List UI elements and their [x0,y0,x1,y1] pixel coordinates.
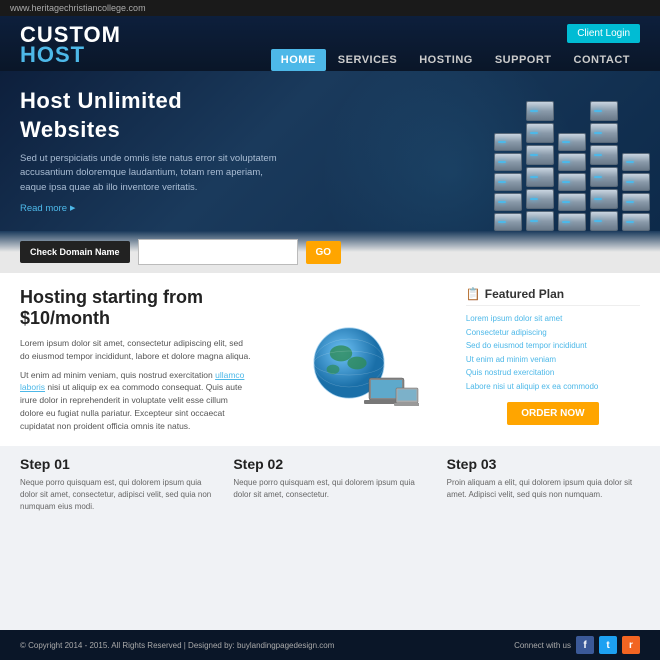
main-content: Hosting starting from $10/month Lorem ip… [0,273,660,630]
list-item: Consectetur adipiscing [466,326,640,340]
featured-plan-title: 📋 Featured Plan [466,287,640,306]
server-unit [494,153,522,171]
server-unit [526,145,554,165]
hosting-para1: Lorem ipsum dolor sit amet, consectetur … [20,337,252,363]
server-tower-2 [526,101,554,231]
nav-home[interactable]: HOME [271,49,326,71]
step-1-title: Step 01 [20,456,213,472]
twitter-icon[interactable]: t [599,636,617,654]
list-item: Lorem ipsum dolor sit amet [466,312,640,326]
client-login-button[interactable]: Client Login [567,24,640,43]
server-unit [494,173,522,191]
nav-contact[interactable]: CONTACT [564,49,640,71]
featured-plan: 📋 Featured Plan Lorem ipsum dolor sit am… [466,287,640,438]
list-item: Quis nostrud exercitation [466,366,640,380]
server-tower-4 [590,101,618,231]
server-unit [590,211,618,231]
server-towers [494,101,660,231]
step-1: Step 01 Neque porro quisquam est, qui do… [20,456,213,620]
header-top: CUSTOM HOST Client Login HOME SERVICES H… [20,24,640,71]
url-text: www.heritagechristiancollege.com [10,3,146,13]
server-tower-3 [558,133,586,231]
step-2: Step 02 Neque porro quisquam est, qui do… [233,456,426,620]
server-unit [558,213,586,231]
main-nav: HOME SERVICES HOSTING SUPPORT CONTACT [271,49,640,71]
server-unit [526,167,554,187]
server-unit [494,133,522,151]
server-unit [622,173,650,191]
footer: © Copyright 2014 - 2015. All Rights Rese… [0,630,660,660]
server-unit [590,145,618,165]
server-unit [526,189,554,209]
server-tower-5 [622,153,650,231]
server-unit [526,101,554,121]
step-3-title: Step 03 [447,456,640,472]
server-unit [622,193,650,211]
step-3-desc: Proin aliquam a elit, qui dolorem ipsum … [447,477,640,501]
step-3: Step 03 Proin aliquam a elit, qui dolore… [447,456,640,620]
server-unit [622,153,650,171]
server-unit [558,193,586,211]
step-2-desc: Neque porro quisquam est, qui dolorem ip… [233,477,426,501]
rss-icon[interactable]: r [622,636,640,654]
order-now-button[interactable]: ORDER NOW [507,402,598,425]
nav-hosting[interactable]: HOSTING [409,49,483,71]
footer-copyright: © Copyright 2014 - 2015. All Rights Rese… [20,641,334,650]
hero-title: Host Unlimited Websites [20,87,280,144]
globe-illustration [299,313,419,413]
hosting-left: Hosting starting from $10/month Lorem ip… [20,287,252,438]
url-bar: www.heritagechristiancollege.com [0,0,660,16]
read-more-link[interactable]: Read more [20,203,280,214]
logo-line2: HOST [20,44,121,66]
featured-plan-list: Lorem ipsum dolor sit amet Consectetur a… [466,312,640,394]
hosting-link[interactable]: ullamco laboris [20,370,244,393]
steps-section: Step 01 Neque porro quisquam est, qui do… [0,446,660,630]
nav-services[interactable]: SERVICES [328,49,407,71]
hosting-title: Hosting starting from $10/month [20,287,252,329]
list-item: Ut enim ad minim veniam [466,353,640,367]
header: CUSTOM HOST Client Login HOME SERVICES H… [0,16,660,71]
hosting-section: Hosting starting from $10/month Lorem ip… [0,273,660,446]
hosting-center [262,287,456,438]
list-item: Sed do eiusmod tempor incididunt [466,339,640,353]
go-button[interactable]: GO [306,241,342,264]
check-domain-button[interactable]: Check Domain Name [20,241,130,263]
header-right: Client Login HOME SERVICES HOSTING SUPPO… [271,24,640,71]
server-unit [590,189,618,209]
footer-connect: Connect with us f t r [514,636,640,654]
hero-description: Sed ut perspiciatis unde omnis iste natu… [20,152,280,195]
domain-search-bar: Check Domain Name GO [0,231,660,273]
server-unit [590,101,618,121]
server-unit [590,123,618,143]
hero-image [320,71,660,231]
server-unit [558,133,586,151]
server-unit [590,167,618,187]
hero-section: Host Unlimited Websites Sed ut perspicia… [0,71,660,231]
hero-text: Host Unlimited Websites Sed ut perspicia… [20,87,280,214]
server-unit [558,173,586,191]
nav-support[interactable]: SUPPORT [485,49,562,71]
page-wrapper: www.heritagechristiancollege.com CUSTOM … [0,0,660,660]
server-unit [494,193,522,211]
laptop-svg [364,373,419,413]
server-unit [558,153,586,171]
server-unit [622,213,650,231]
server-unit [526,123,554,143]
featured-plan-icon: 📋 [466,287,481,301]
server-unit [526,211,554,231]
list-item: Labore nisi ut aliquip ex ea commodo [466,380,640,394]
step-2-title: Step 02 [233,456,426,472]
server-tower-1 [494,133,522,231]
server-unit [494,213,522,231]
step-1-desc: Neque porro quisquam est, qui dolorem ip… [20,477,213,513]
domain-search-input[interactable] [138,239,298,265]
facebook-icon[interactable]: f [576,636,594,654]
connect-label: Connect with us [514,641,571,650]
logo: CUSTOM HOST [20,24,121,66]
hosting-para2: Ut enim ad minim veniam, quis nostrud ex… [20,369,252,433]
